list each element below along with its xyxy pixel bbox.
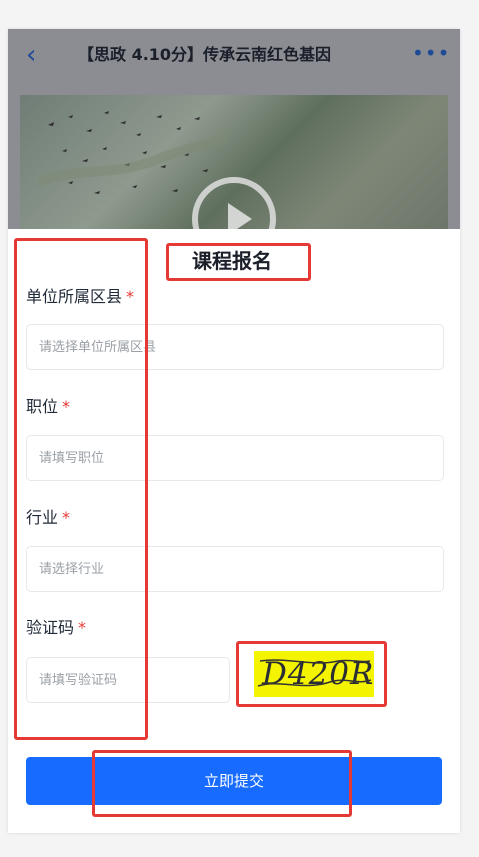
- captcha-input[interactable]: [26, 657, 230, 703]
- chevron-left-icon[interactable]: ‹: [26, 41, 46, 69]
- industry-label: 行业 *: [26, 506, 70, 530]
- captcha-label: 验证码 *: [26, 616, 86, 640]
- more-icon[interactable]: •••: [412, 41, 449, 65]
- captcha-image[interactable]: D420R: [254, 651, 374, 697]
- district-select-input[interactable]: [26, 324, 444, 370]
- form-title: 课程报名: [192, 249, 272, 273]
- required-asterisk: *: [78, 618, 87, 637]
- captcha-label-text: 验证码: [26, 618, 75, 637]
- signup-sheet: 课程报名 单位所属区县* 职位* 行业* 验证码*: [8, 229, 460, 833]
- video-preview[interactable]: [20, 95, 448, 231]
- page-title: 【思政 4.10分】传承云南红色基因: [78, 45, 332, 64]
- position-input[interactable]: [26, 435, 444, 481]
- required-asterisk: *: [126, 287, 135, 306]
- captcha-noise-lines: [257, 659, 372, 687]
- course-signup-card: ‹ 【思政 4.10分】传承云南红色基因 ••• 课程报名 单位所属区县 * 请…: [8, 29, 460, 833]
- submit-button[interactable]: 立即提交: [26, 757, 442, 805]
- industry-select-input[interactable]: [26, 546, 444, 592]
- position-label: 职位 *: [26, 395, 70, 419]
- required-asterisk: *: [62, 508, 71, 527]
- position-label-text: 职位: [26, 397, 59, 416]
- district-label-text: 单位所属区县: [26, 287, 123, 306]
- header-overlay: ‹ 【思政 4.10分】传承云南红色基因 •••: [8, 29, 460, 231]
- required-asterisk: *: [62, 397, 71, 416]
- district-label: 单位所属区县 *: [26, 285, 134, 309]
- birds-illustration: [38, 111, 228, 194]
- industry-label-text: 行业: [26, 508, 59, 527]
